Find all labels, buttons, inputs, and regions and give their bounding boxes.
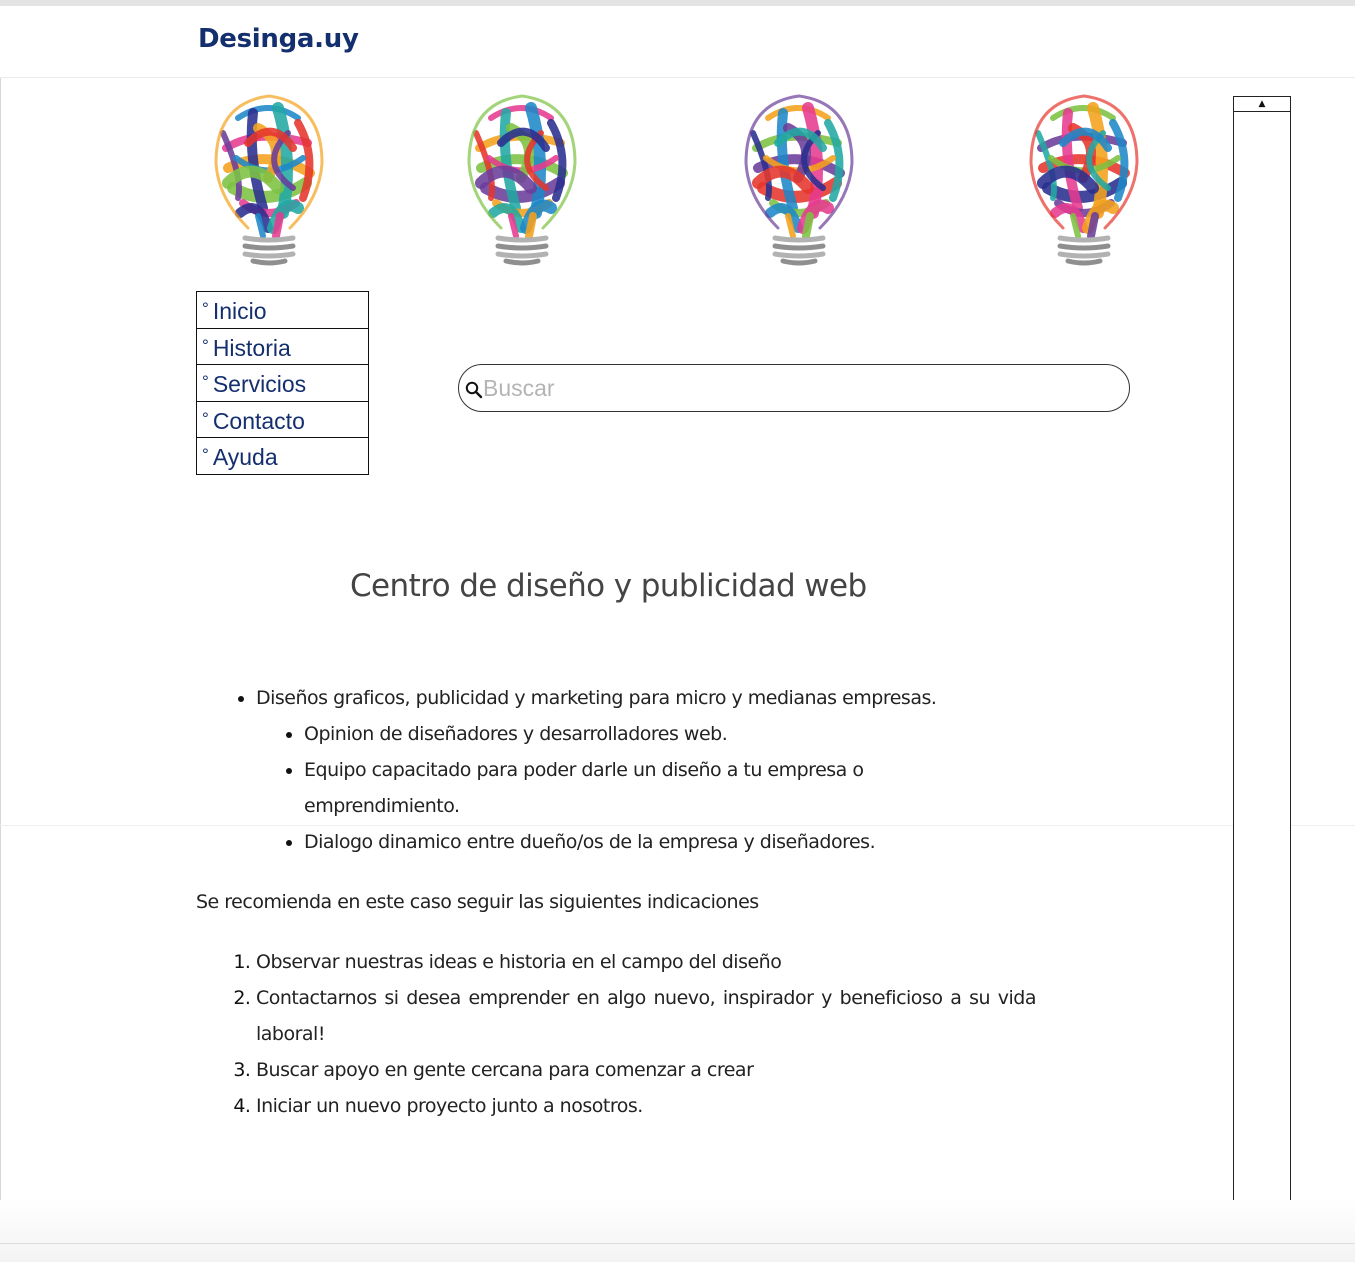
nav-bullet: ° (202, 299, 209, 318)
main-content: Diseños graficos, publicidad y marketing… (196, 680, 1056, 1124)
lightbulb-logo-icon (744, 94, 854, 266)
list-item: Iniciar un nuevo proyecto junto a nosotr… (256, 1088, 1036, 1124)
lightbulb-logo-icon (467, 94, 577, 266)
page: Desinga.uy ° Inicio ° Historia ° Servicios … (0, 0, 1355, 1262)
lightbulb-logo-icon (214, 94, 324, 266)
bottom-shade (0, 1200, 1355, 1262)
services-sublist: Opinion de diseñadores y desarrolladores… (256, 716, 1056, 860)
nav-item-label: Ayuda (212, 444, 278, 470)
list-item: Contactarnos si desea emprender en algo … (256, 980, 1037, 1052)
list-item: Opinion de diseñadores y desarrolladores… (304, 716, 924, 752)
scroll-panel[interactable]: ▲ (1233, 96, 1291, 1262)
list-item-text: Diseños graficos, publicidad y marketing… (256, 687, 937, 709)
list-item: Buscar apoyo en gente cercana para comen… (256, 1052, 1036, 1088)
services-list: Diseños graficos, publicidad y marketing… (196, 680, 1056, 860)
nav-bullet: ° (202, 445, 209, 464)
nav-item-servicios[interactable]: ° Servicios (196, 364, 369, 402)
recommendation-text: Se recomienda en este caso seguir las si… (196, 891, 759, 913)
main-nav: ° Inicio ° Historia ° Servicios ° Contacto °… (196, 291, 369, 475)
page-title: Centro de diseño y publicidad web (350, 568, 867, 604)
nav-bullet: ° (202, 408, 209, 428)
window-left-edge (0, 6, 1, 1262)
lightbulb-logo-icon (1029, 94, 1139, 266)
nav-bullet: ° (202, 372, 209, 391)
nav-item-ayuda[interactable]: ° Ayuda (196, 437, 369, 475)
site-header: Desinga.uy (0, 6, 1355, 78)
nav-item-label: Inicio (212, 298, 267, 324)
nav-item-inicio[interactable]: ° Inicio (196, 291, 369, 329)
nav-item-label: Contacto (212, 407, 305, 434)
brand-logo-link[interactable]: Desinga.uy (198, 24, 359, 54)
scroll-up-arrow-icon[interactable]: ▲ (1234, 97, 1290, 112)
search-box[interactable] (458, 364, 1130, 412)
steps-list: Observar nuestras ideas e historia en el… (196, 944, 1056, 1124)
list-item: Observar nuestras ideas e historia en el… (256, 944, 1036, 980)
search-icon (465, 381, 483, 399)
list-item: Equipo capacitado para poder darle un di… (304, 752, 924, 824)
list-item: Diseños graficos, publicidad y marketing… (256, 680, 1056, 860)
search-input[interactable] (483, 372, 1103, 404)
nav-item-label: Historia (212, 334, 291, 361)
nav-item-historia[interactable]: ° Historia (196, 327, 369, 365)
nav-item-contacto[interactable]: ° Contacto (196, 400, 369, 438)
list-item: Dialogo dinamico entre dueño/os de la em… (304, 824, 924, 860)
bottom-edge (0, 1243, 1355, 1244)
nav-bullet: ° (202, 335, 209, 355)
nav-item-label: Servicios (212, 371, 307, 397)
